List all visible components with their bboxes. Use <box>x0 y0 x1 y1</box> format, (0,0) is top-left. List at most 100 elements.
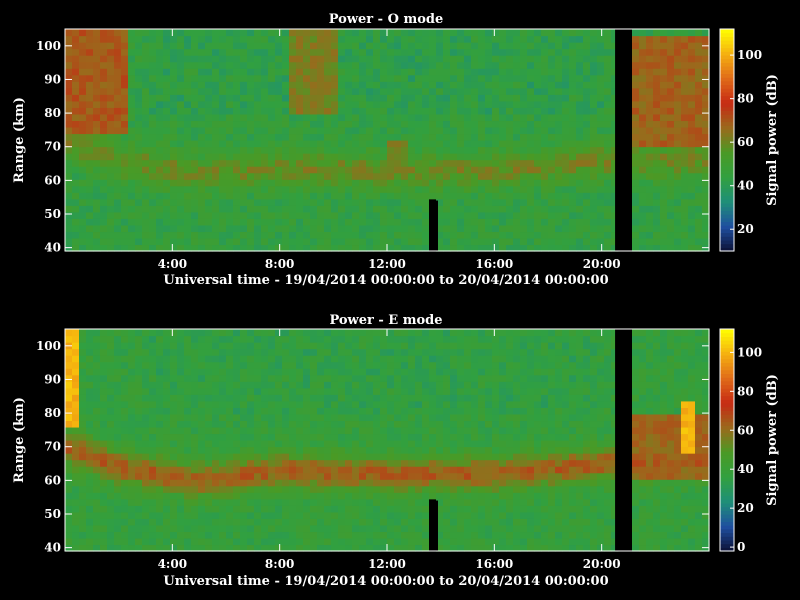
heatmap-cell <box>254 407 262 415</box>
heatmap-cell <box>597 179 605 187</box>
heatmap-cell <box>394 368 402 376</box>
heatmap-cell <box>198 146 206 154</box>
heatmap-cell <box>191 537 199 546</box>
heatmap-cell <box>667 159 675 167</box>
heatmap-cell <box>79 172 87 180</box>
heatmap-cell <box>506 192 514 200</box>
heatmap-cell <box>247 453 255 461</box>
heatmap-cell <box>128 524 136 533</box>
heatmap-cell <box>170 453 178 461</box>
heatmap-cell <box>289 224 297 233</box>
heatmap-cell <box>331 524 339 533</box>
heatmap-cell <box>548 35 556 43</box>
heatmap-cell <box>464 237 472 246</box>
heatmap-cell <box>646 29 654 37</box>
e-mode-panel: Power - E mode 4:00 8:00 12:00 16:00 20:0040… <box>12 313 780 589</box>
heatmap-cell <box>394 35 402 43</box>
heatmap-cell <box>478 237 486 246</box>
heatmap-cell <box>149 159 157 167</box>
heatmap-cell <box>107 381 115 389</box>
heatmap-cell <box>422 531 430 539</box>
heatmap-cell <box>345 133 353 141</box>
heatmap-cell <box>464 100 472 108</box>
heatmap-cell <box>366 498 374 506</box>
heatmap-cell <box>443 159 451 167</box>
heatmap-cell <box>366 237 374 246</box>
heatmap-cell <box>660 153 668 161</box>
heatmap-cell <box>128 198 136 206</box>
heatmap-cell <box>653 133 661 141</box>
heatmap-cell <box>156 205 164 213</box>
heatmap-cell <box>282 355 290 363</box>
heatmap-cell <box>191 153 199 161</box>
heatmap-cell <box>380 407 388 415</box>
heatmap-cell <box>688 211 696 219</box>
heatmap-cell <box>352 329 360 337</box>
heatmap-cell <box>541 166 549 174</box>
heatmap-cell <box>303 133 311 141</box>
heatmap-cell <box>156 492 164 500</box>
heatmap-cell <box>100 94 108 102</box>
heatmap-cell <box>72 485 80 493</box>
heatmap-cell <box>380 348 388 356</box>
heatmap-cell <box>541 120 549 128</box>
heatmap-cell <box>170 133 178 141</box>
heatmap-cell <box>331 81 339 89</box>
heatmap-cell <box>485 231 493 239</box>
heatmap-cell <box>569 140 577 148</box>
heatmap-cell <box>324 440 332 448</box>
heatmap-cell <box>688 74 696 82</box>
heatmap-cell <box>72 133 80 141</box>
heatmap-cell <box>107 140 115 148</box>
heatmap-cell <box>240 153 248 161</box>
heatmap-cell <box>499 140 507 148</box>
heatmap-cell <box>338 387 346 395</box>
heatmap-cell <box>303 140 311 148</box>
heatmap-cell <box>485 205 493 213</box>
heatmap-cell <box>345 100 353 108</box>
heatmap-cell <box>660 159 668 167</box>
heatmap-cell <box>457 48 465 56</box>
heatmap-cell <box>135 198 143 206</box>
heatmap-cell <box>345 394 353 402</box>
heatmap-cell <box>590 192 598 200</box>
heatmap-cell <box>289 394 297 402</box>
heatmap-cell <box>233 361 241 369</box>
heatmap-cell <box>170 185 178 193</box>
heatmap-cell <box>569 153 577 161</box>
heatmap-cell <box>408 426 416 435</box>
heatmap-cell <box>450 166 458 174</box>
heatmap-cell <box>471 113 479 122</box>
heatmap-cell <box>443 120 451 128</box>
heatmap-cell <box>114 172 122 180</box>
heatmap-cell <box>520 159 528 167</box>
colorbar-segment <box>720 199 734 204</box>
heatmap-cell <box>261 459 269 467</box>
heatmap-cell <box>387 140 395 148</box>
heatmap-cell <box>352 374 360 382</box>
heatmap-cell <box>604 159 612 167</box>
heatmap-cell <box>345 453 353 461</box>
heatmap-cell <box>121 48 129 56</box>
heatmap-cell <box>191 61 199 69</box>
heatmap-cell <box>156 55 164 63</box>
heatmap-cell <box>156 394 164 402</box>
heatmap-cell <box>212 505 220 513</box>
heatmap-cell <box>310 166 318 174</box>
heatmap-cell <box>219 74 227 82</box>
heatmap-cell <box>79 68 87 76</box>
heatmap-cell <box>632 107 640 115</box>
heatmap-cell <box>296 133 304 141</box>
heatmap-cell <box>590 29 598 37</box>
heatmap-cell <box>443 55 451 63</box>
heatmap-cell <box>163 205 171 213</box>
colorbar-segment <box>720 121 734 126</box>
heatmap-cell <box>499 94 507 102</box>
heatmap-cell <box>667 29 675 37</box>
heatmap-cell <box>352 440 360 448</box>
heatmap-cell <box>247 87 255 95</box>
heatmap-cell <box>247 368 255 376</box>
heatmap-cell <box>548 81 556 89</box>
heatmap-cell <box>79 218 87 226</box>
heatmap-cell <box>233 29 241 37</box>
